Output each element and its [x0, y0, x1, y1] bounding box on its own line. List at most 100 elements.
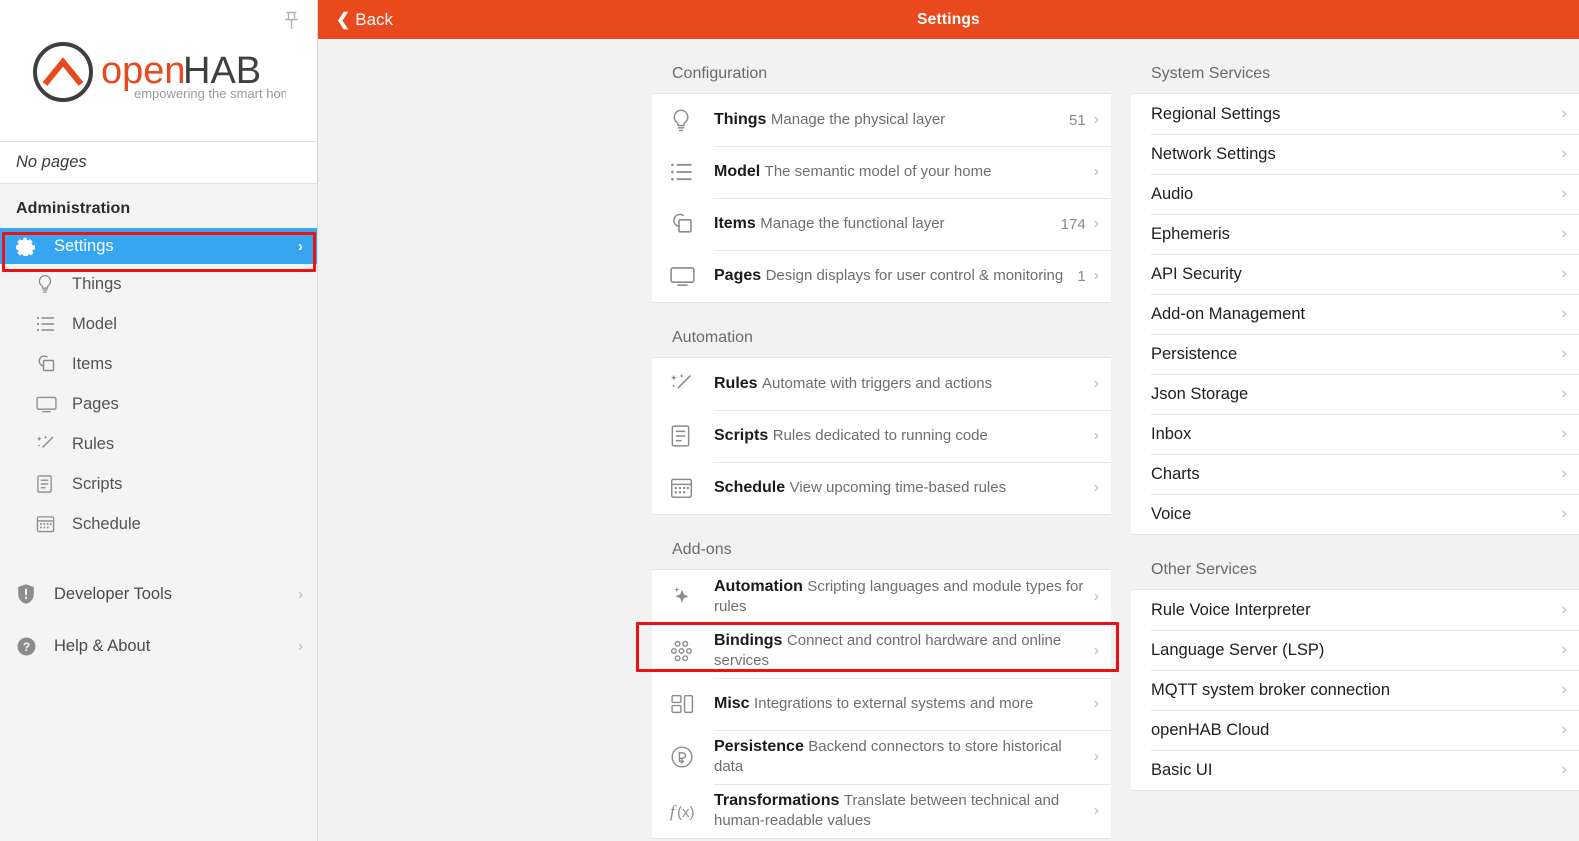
- other-service-rule-voice-interpreter[interactable]: Rule Voice Interpreter ›: [1131, 590, 1579, 630]
- system-service-json-storage[interactable]: Json Storage ›: [1131, 374, 1579, 414]
- system-service-label: Regional Settings: [1151, 105, 1281, 123]
- chevron-right-icon: ›: [1561, 465, 1567, 482]
- system-service-label: Charts: [1151, 465, 1200, 483]
- sidebar-item-rules-label: Rules: [72, 434, 115, 453]
- config-item-items-count: 174: [1060, 215, 1086, 233]
- sidebar-item-settings-label: Settings: [54, 236, 114, 255]
- sidebar-item-model-label: Model: [72, 314, 117, 333]
- sidebar-item-items[interactable]: Items: [0, 344, 317, 384]
- chevron-right-icon: ›: [1561, 305, 1567, 322]
- system-service-regional-settings[interactable]: Regional Settings ›: [1131, 94, 1579, 134]
- config-item-items-title: Items: [714, 215, 756, 232]
- chevron-right-icon: ›: [1561, 345, 1567, 362]
- chevron-right-icon: ›: [1093, 111, 1099, 128]
- addons-item-bindings-title: Bindings: [714, 632, 783, 649]
- chevron-right-icon: ›: [1093, 427, 1099, 444]
- addons-item-bindings[interactable]: Bindings Connect and control hardware an…: [636, 622, 1119, 678]
- config-item-pages[interactable]: Pages Design displays for user control &…: [652, 250, 1111, 302]
- system-service-api-security[interactable]: API Security ›: [1131, 254, 1579, 294]
- document-icon: [670, 424, 714, 448]
- section-title-configuration: Configuration: [672, 65, 768, 82]
- config-item-model-subtitle: The semantic model of your home: [764, 163, 992, 180]
- sidebar-item-help-about[interactable]: ? Help & About ›: [0, 620, 317, 672]
- magic-wand-icon: [36, 434, 62, 454]
- dots-cluster-icon: [670, 640, 714, 662]
- system-service-persistence[interactable]: Persistence ›: [1131, 334, 1579, 374]
- chevron-right-icon: ›: [1093, 695, 1099, 712]
- chevron-left-icon: ❮: [336, 9, 351, 29]
- sidebar-item-schedule[interactable]: Schedule: [0, 504, 317, 544]
- other-service-label: Basic UI: [1151, 761, 1213, 779]
- chevron-right-icon: ›: [298, 637, 303, 655]
- config-item-model[interactable]: Model The semantic model of your home ›: [652, 146, 1111, 198]
- system-service-ephemeris[interactable]: Ephemeris ›: [1131, 214, 1579, 254]
- chevron-right-icon: ›: [1561, 145, 1567, 162]
- settings-content: Configuration Things Manage the physical…: [318, 39, 1579, 841]
- addons-item-transformations-title: Transformations: [714, 792, 840, 809]
- chevron-right-icon: ›: [1561, 225, 1567, 242]
- other-service-mqtt-broker[interactable]: MQTT system broker connection ›: [1131, 670, 1579, 710]
- config-item-things-title: Things: [714, 111, 767, 128]
- config-item-model-text: Model The semantic model of your home: [714, 155, 1086, 189]
- system-service-audio[interactable]: Audio ›: [1131, 174, 1579, 214]
- chevron-right-icon: ›: [298, 585, 303, 603]
- addons-item-transformations[interactable]: f (x) Transformations Translate between …: [652, 784, 1111, 838]
- automation-item-schedule-subtitle: View upcoming time-based rules: [789, 479, 1007, 496]
- chevron-right-icon: ›: [1093, 163, 1099, 180]
- magic-wand-icon: [670, 372, 714, 396]
- system-service-label: API Security: [1151, 265, 1242, 283]
- sidebar-item-pages[interactable]: Pages: [0, 384, 317, 424]
- chevron-right-icon: ›: [1561, 505, 1567, 522]
- system-service-inbox[interactable]: Inbox ›: [1131, 414, 1579, 454]
- chevron-right-icon: ›: [1561, 601, 1567, 618]
- addons-item-automation-text: Automation Scripting languages and modul…: [714, 570, 1094, 624]
- config-item-pages-subtitle: Design displays for user control & monit…: [765, 267, 1064, 284]
- sidebar-item-developer-tools[interactable]: Developer Tools ›: [0, 568, 317, 620]
- automation-item-scripts-text: Scripts Rules dedicated to running code: [714, 419, 1094, 453]
- automation-item-schedule-title: Schedule: [714, 479, 786, 496]
- system-service-label: Network Settings: [1151, 145, 1276, 163]
- other-service-label: Rule Voice Interpreter: [1151, 601, 1311, 619]
- automation-item-rules-subtitle: Automate with triggers and actions: [762, 375, 993, 392]
- automation-item-schedule[interactable]: Schedule View upcoming time-based rules …: [652, 462, 1111, 514]
- automation-item-rules[interactable]: Rules Automate with triggers and actions…: [652, 358, 1111, 410]
- config-item-items[interactable]: Items Manage the functional layer 174 ›: [652, 198, 1111, 250]
- other-service-openhab-cloud[interactable]: openHAB Cloud ›: [1131, 710, 1579, 750]
- chevron-right-icon: ›: [1561, 721, 1567, 738]
- sidebar-item-scripts[interactable]: Scripts: [0, 464, 317, 504]
- config-item-things[interactable]: Things Manage the physical layer 51 ›: [652, 94, 1111, 146]
- other-service-basic-ui[interactable]: Basic UI ›: [1131, 750, 1579, 790]
- sidebar-item-model[interactable]: Model: [0, 304, 317, 344]
- addons-item-persistence-title: Persistence: [714, 738, 804, 755]
- automation-item-scripts[interactable]: Scripts Rules dedicated to running code …: [652, 410, 1111, 462]
- sidebar-item-help-about-label: Help & About: [54, 636, 151, 655]
- other-service-language-server[interactable]: Language Server (LSP) ›: [1131, 630, 1579, 670]
- settings-right-column: System Services Regional Settings › Netw…: [1111, 39, 1579, 841]
- settings-left-column: Configuration Things Manage the physical…: [318, 39, 1119, 841]
- system-service-label: Ephemeris: [1151, 225, 1230, 243]
- system-service-label: Inbox: [1151, 425, 1192, 443]
- pushpin-icon[interactable]: [279, 8, 303, 34]
- addons-item-automation[interactable]: Automation Scripting languages and modul…: [652, 570, 1111, 624]
- system-service-voice[interactable]: Voice ›: [1131, 494, 1579, 534]
- sidebar-item-settings[interactable]: Settings ›: [0, 228, 317, 264]
- back-button[interactable]: ❮ Back: [318, 10, 393, 30]
- system-service-charts[interactable]: Charts ›: [1131, 454, 1579, 494]
- list-tree-icon: [670, 161, 714, 183]
- addons-card: Automation Scripting languages and modul…: [636, 569, 1119, 839]
- sidebar-item-rules[interactable]: Rules: [0, 424, 317, 464]
- addons-item-persistence-text: Persistence Backend connectors to store …: [714, 730, 1094, 784]
- shapes-icon: [36, 354, 62, 374]
- section-title-other-services: Other Services: [1151, 561, 1257, 578]
- sidebar-header: open HAB empowering the smart home: [0, 0, 317, 142]
- system-service-addon-management[interactable]: Add-on Management ›: [1131, 294, 1579, 334]
- monitor-icon: [36, 396, 62, 413]
- sidebar-item-things[interactable]: Things: [0, 264, 317, 304]
- list-tree-icon: [36, 315, 62, 333]
- system-service-network-settings[interactable]: Network Settings ›: [1131, 134, 1579, 174]
- addons-item-persistence[interactable]: Persistence Backend connectors to store …: [652, 730, 1111, 784]
- addons-item-misc[interactable]: Misc Integrations to external systems an…: [652, 678, 1111, 730]
- system-service-label: Add-on Management: [1151, 305, 1306, 323]
- automation-card: Rules Automate with triggers and actions…: [652, 357, 1111, 515]
- chevron-right-icon: ›: [1561, 185, 1567, 202]
